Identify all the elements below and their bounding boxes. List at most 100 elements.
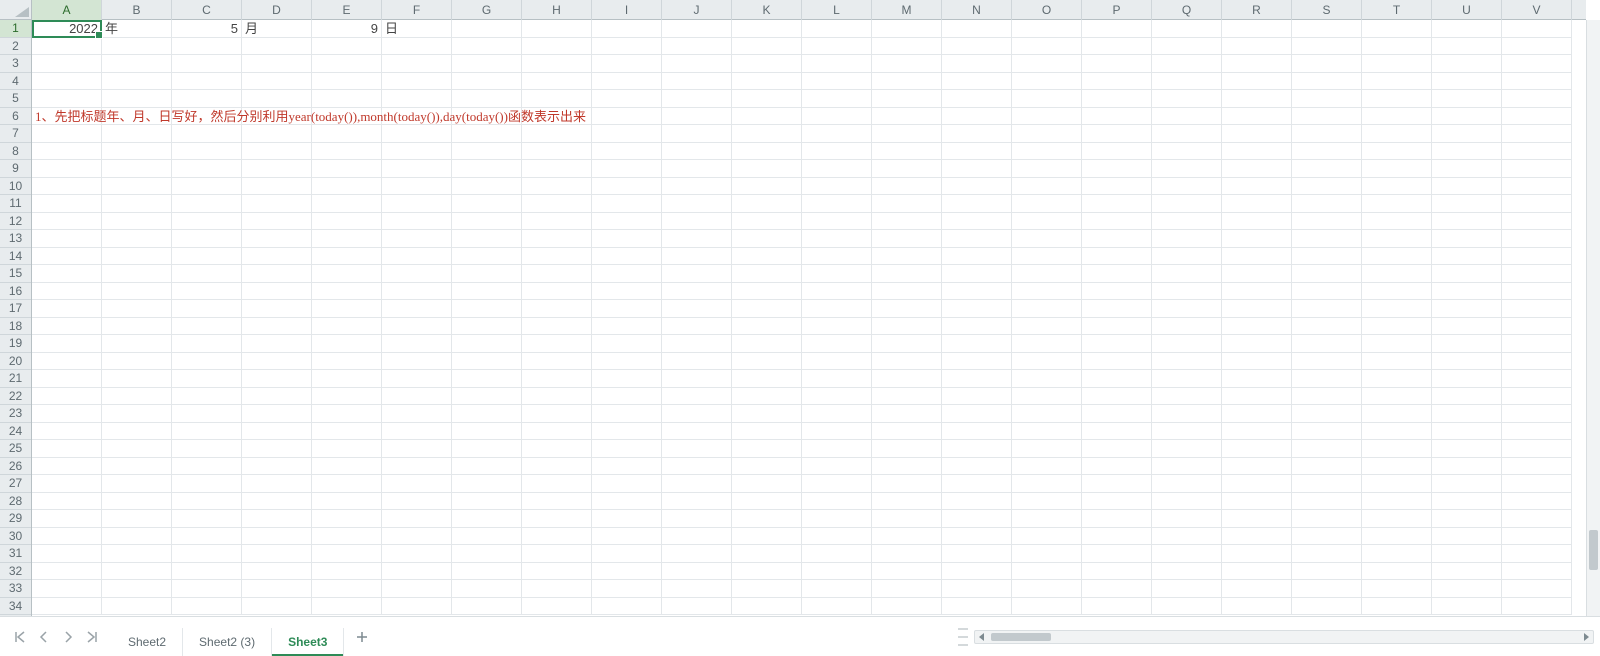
column-header-S[interactable]: S [1292,0,1362,20]
cell-U20[interactable] [1432,353,1502,371]
cell-S14[interactable] [1292,248,1362,266]
cell-N10[interactable] [942,178,1012,196]
row-header-28[interactable]: 28 [0,493,31,511]
cell-M7[interactable] [872,125,942,143]
cell-A16[interactable] [32,283,102,301]
cell-M3[interactable] [872,55,942,73]
cell-T11[interactable] [1362,195,1432,213]
cell-Q3[interactable] [1152,55,1222,73]
cell-T15[interactable] [1362,265,1432,283]
cell-S22[interactable] [1292,388,1362,406]
cell-M20[interactable] [872,353,942,371]
cell-C15[interactable] [172,265,242,283]
cell-E6[interactable] [312,108,382,126]
cell-U18[interactable] [1432,318,1502,336]
row-header-14[interactable]: 14 [0,248,31,266]
cell-M1[interactable] [872,20,942,38]
cell-H34[interactable] [522,598,592,616]
cell-L5[interactable] [802,90,872,108]
cell-C9[interactable] [172,160,242,178]
cell-L32[interactable] [802,563,872,581]
cell-E13[interactable] [312,230,382,248]
cell-H12[interactable] [522,213,592,231]
column-header-P[interactable]: P [1082,0,1152,20]
cell-G5[interactable] [452,90,522,108]
cell-M34[interactable] [872,598,942,616]
cell-K15[interactable] [732,265,802,283]
cell-C25[interactable] [172,440,242,458]
cell-S29[interactable] [1292,510,1362,528]
cell-M14[interactable] [872,248,942,266]
cell-G7[interactable] [452,125,522,143]
cell-S12[interactable] [1292,213,1362,231]
cell-H20[interactable] [522,353,592,371]
cell-J7[interactable] [662,125,732,143]
cell-M23[interactable] [872,405,942,423]
cell-A5[interactable] [32,90,102,108]
row-header-29[interactable]: 29 [0,510,31,528]
cell-H13[interactable] [522,230,592,248]
cell-V9[interactable] [1502,160,1572,178]
cell-F9[interactable] [382,160,452,178]
row-header-31[interactable]: 31 [0,545,31,563]
cell-J4[interactable] [662,73,732,91]
cell-G21[interactable] [452,370,522,388]
cell-I20[interactable] [592,353,662,371]
cell-N8[interactable] [942,143,1012,161]
cell-F14[interactable] [382,248,452,266]
cell-S2[interactable] [1292,38,1362,56]
cell-N1[interactable] [942,20,1012,38]
cell-G13[interactable] [452,230,522,248]
cell-R18[interactable] [1222,318,1292,336]
cell-I6[interactable] [592,108,662,126]
cell-B33[interactable] [102,580,172,598]
cell-U1[interactable] [1432,20,1502,38]
cell-P2[interactable] [1082,38,1152,56]
cell-F22[interactable] [382,388,452,406]
column-header-R[interactable]: R [1222,0,1292,20]
cell-K27[interactable] [732,475,802,493]
cell-M15[interactable] [872,265,942,283]
cell-N31[interactable] [942,545,1012,563]
cell-D13[interactable] [242,230,312,248]
cell-S3[interactable] [1292,55,1362,73]
row-header-1[interactable]: 1 [0,20,31,38]
cell-U22[interactable] [1432,388,1502,406]
cell-I11[interactable] [592,195,662,213]
cell-A3[interactable] [32,55,102,73]
cell-O17[interactable] [1012,300,1082,318]
cell-H9[interactable] [522,160,592,178]
cell-Q31[interactable] [1152,545,1222,563]
cell-L18[interactable] [802,318,872,336]
cell-M27[interactable] [872,475,942,493]
cell-T18[interactable] [1362,318,1432,336]
cell-P13[interactable] [1082,230,1152,248]
cell-K14[interactable] [732,248,802,266]
column-header-T[interactable]: T [1362,0,1432,20]
cell-J9[interactable] [662,160,732,178]
cell-O18[interactable] [1012,318,1082,336]
cell-L13[interactable] [802,230,872,248]
cell-F32[interactable] [382,563,452,581]
cell-M5[interactable] [872,90,942,108]
cell-B21[interactable] [102,370,172,388]
cell-U11[interactable] [1432,195,1502,213]
cell-J31[interactable] [662,545,732,563]
cell-O11[interactable] [1012,195,1082,213]
cell-G34[interactable] [452,598,522,616]
cell-T10[interactable] [1362,178,1432,196]
cell-A33[interactable] [32,580,102,598]
cell-J17[interactable] [662,300,732,318]
cell-G22[interactable] [452,388,522,406]
cell-T22[interactable] [1362,388,1432,406]
cell-L21[interactable] [802,370,872,388]
cell-P16[interactable] [1082,283,1152,301]
cell-N23[interactable] [942,405,1012,423]
cell-J23[interactable] [662,405,732,423]
cell-F10[interactable] [382,178,452,196]
cell-U14[interactable] [1432,248,1502,266]
vertical-scrollbar-thumb[interactable] [1589,530,1598,570]
cell-A30[interactable] [32,528,102,546]
cell-B4[interactable] [102,73,172,91]
cell-U7[interactable] [1432,125,1502,143]
